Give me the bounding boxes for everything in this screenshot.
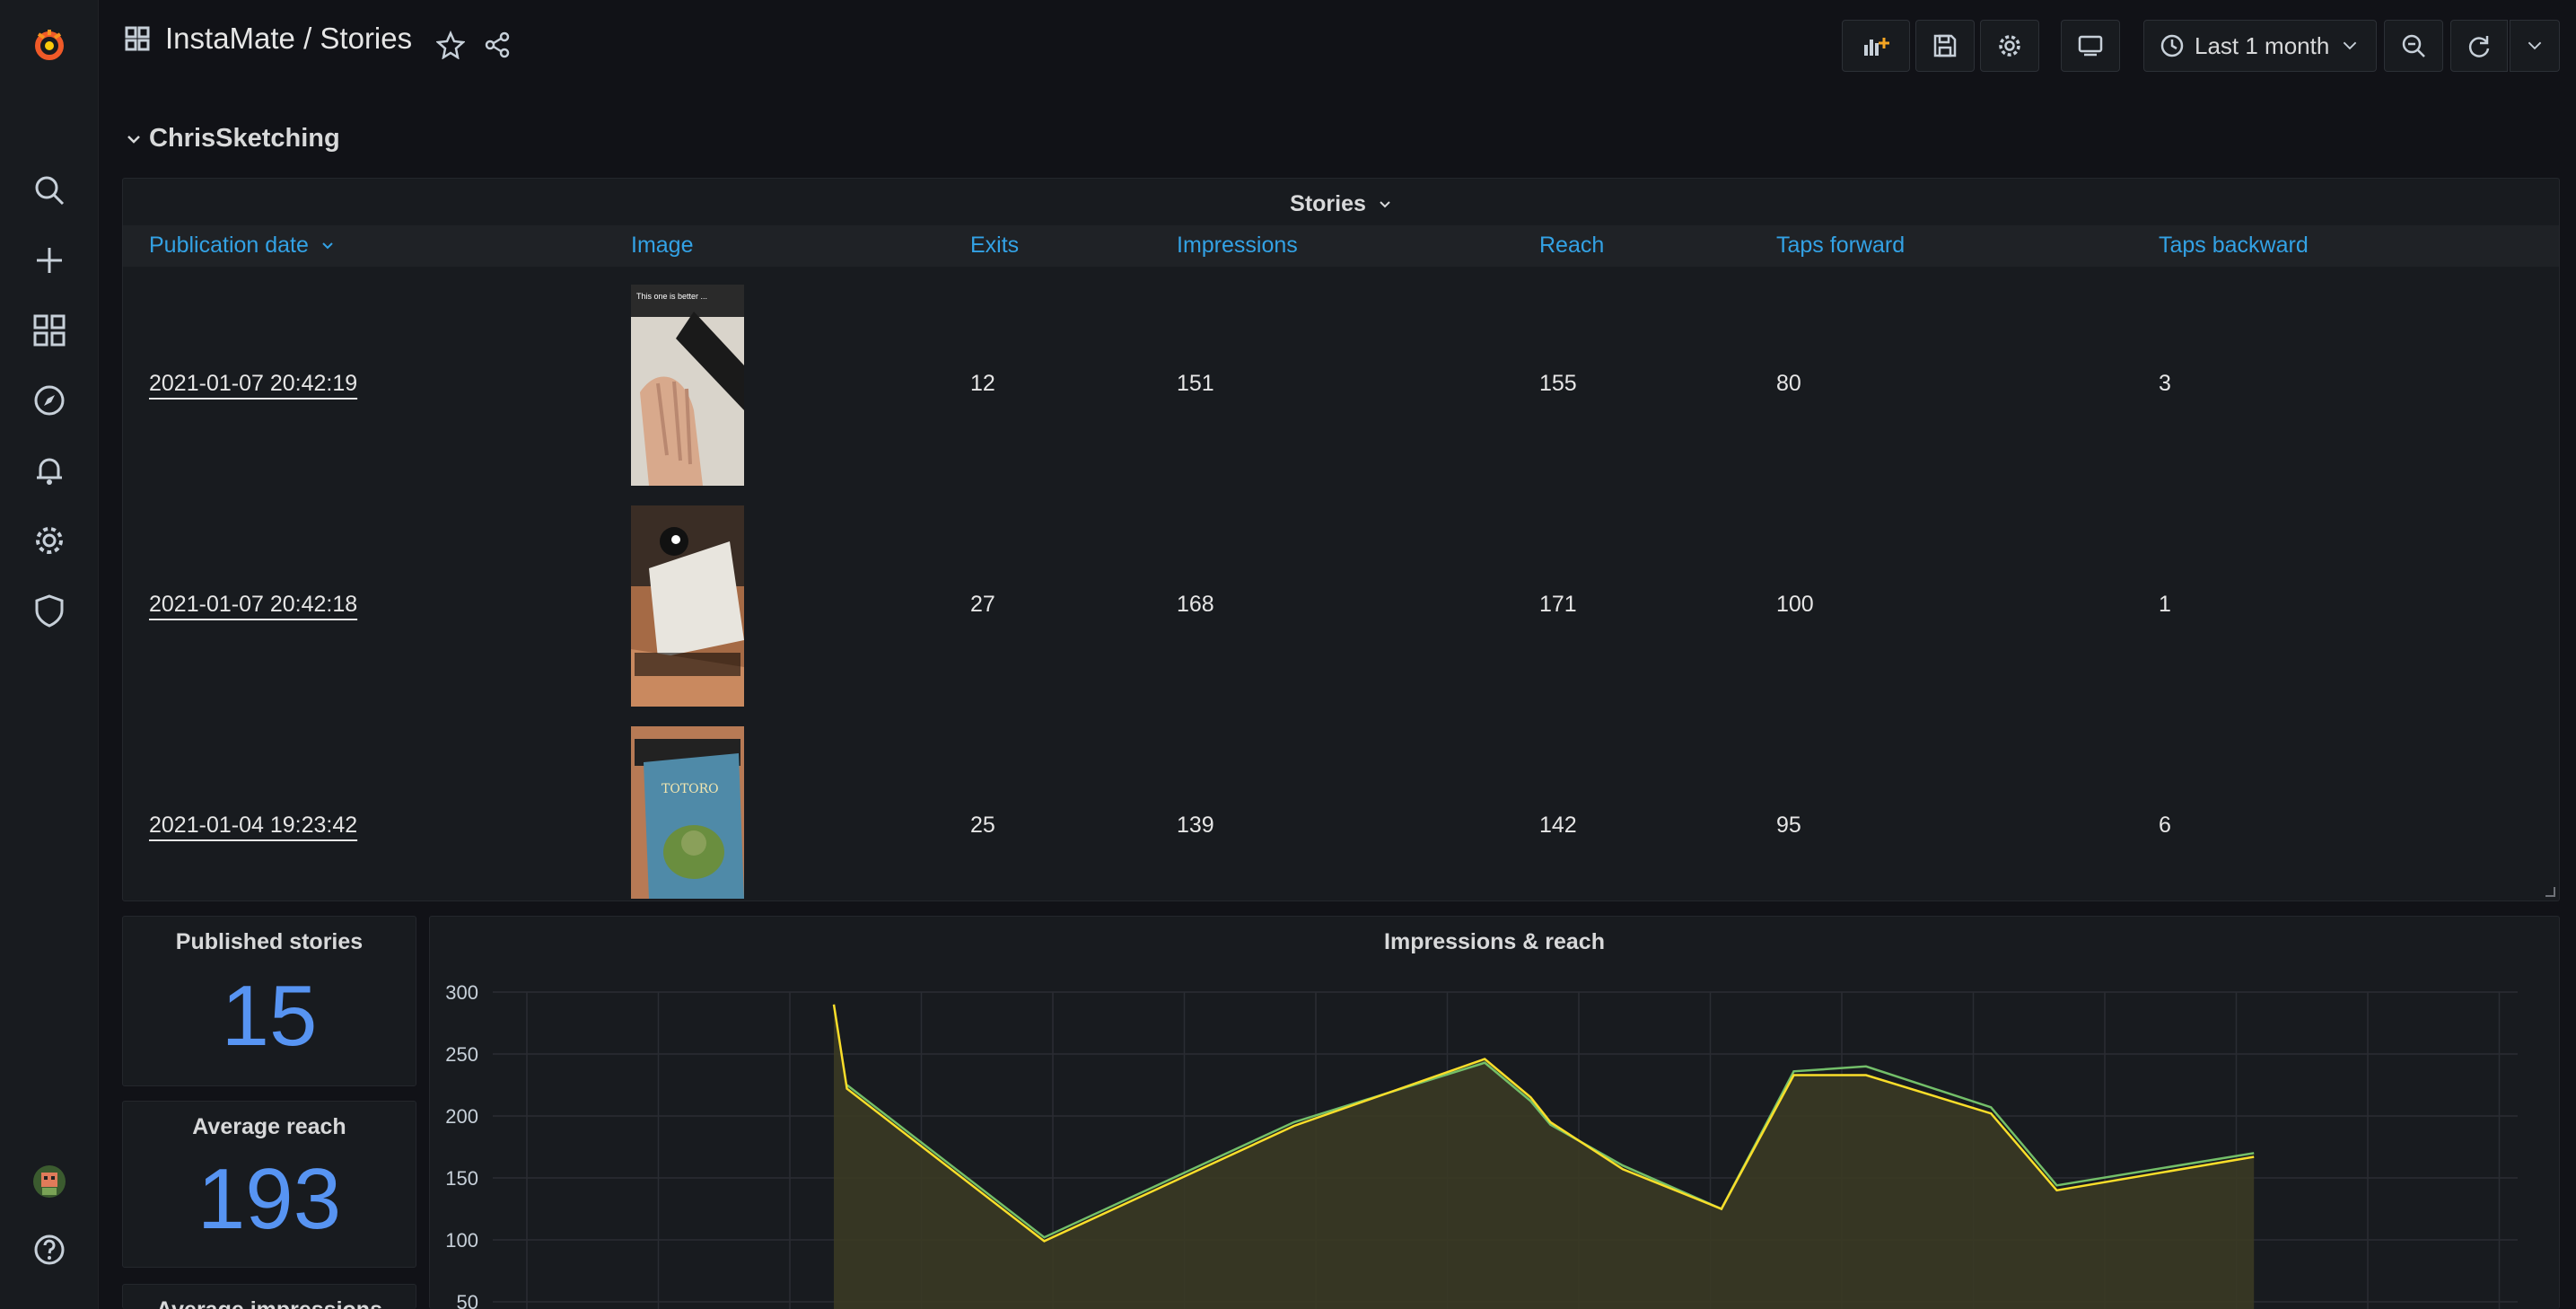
chevron-down-icon [1380, 201, 1390, 208]
taps-backward-cell: 6 [2159, 813, 2171, 838]
panel-title[interactable]: Stories [123, 191, 2559, 217]
dashboards-icon[interactable] [0, 302, 99, 359]
publication-date-link[interactable]: 2021-01-04 19:23:42 [149, 813, 357, 839]
story-image[interactable]: TOTORO [631, 726, 744, 899]
impressions-reach-chart-panel: Impressions & reach 300 250 200 150 100 50 [429, 916, 2560, 1309]
y-tick-label: 150 [445, 1167, 478, 1190]
user-avatar[interactable] [0, 1153, 99, 1210]
exits-cell: 25 [970, 813, 995, 838]
plus-icon[interactable] [0, 232, 99, 289]
dashboard-row-header[interactable]: ChrisSketching [126, 124, 340, 154]
y-tick-label: 100 [445, 1229, 478, 1252]
clock-icon [2160, 34, 2184, 57]
average-reach-stat-panel: Average reach 193 [122, 1101, 416, 1268]
dashboard-grid-icon [125, 26, 150, 51]
stories-panel-title: Stories [1290, 191, 1366, 216]
column-header-reach[interactable]: Reach [1539, 233, 1604, 259]
y-tick-label: 200 [445, 1105, 478, 1128]
impressions-reach-chart: 300 250 200 150 100 50 [445, 981, 2518, 1309]
area-fill [834, 1004, 2255, 1309]
help-icon[interactable] [0, 1221, 99, 1278]
y-tick-label: 50 [457, 1291, 478, 1309]
y-tick-label: 250 [445, 1043, 478, 1066]
y-tick-label: 300 [445, 981, 478, 1004]
chevron-down-icon [127, 135, 140, 144]
taps-forward-cell: 80 [1776, 371, 1801, 396]
configuration-gear-icon[interactable] [0, 512, 99, 569]
cycle-view-mode-button[interactable] [2061, 20, 2120, 72]
publication-date-link[interactable]: 2021-01-07 20:42:19 [149, 371, 357, 397]
zoom-out-button[interactable] [2384, 20, 2443, 72]
column-header-taps-forward[interactable]: Taps forward [1776, 233, 1905, 259]
server-admin-shield-icon[interactable] [0, 582, 99, 639]
time-range-picker[interactable]: Last 1 month [2143, 20, 2377, 72]
search-icon[interactable] [0, 162, 99, 219]
grafana-logo-icon[interactable] [0, 16, 99, 74]
add-panel-button[interactable] [1842, 20, 1910, 72]
explore-compass-icon[interactable] [0, 372, 99, 429]
exits-cell: 12 [970, 371, 995, 396]
taps-backward-cell: 1 [2159, 592, 2171, 617]
average-impressions-stat-panel: Average impressions [122, 1284, 416, 1309]
chevron-down-icon [2344, 41, 2357, 50]
publication-date-link[interactable]: 2021-01-07 20:42:18 [149, 592, 357, 618]
story-image[interactable] [631, 505, 744, 707]
published-stories-stat-panel: Published stories 15 [122, 916, 416, 1086]
impressions-cell: 151 [1177, 371, 1214, 396]
column-header-image[interactable]: Image [631, 233, 693, 259]
stat-title[interactable]: Published stories [123, 929, 416, 955]
sidebar [0, 0, 99, 1309]
sort-desc-icon [322, 242, 333, 250]
alerting-bell-icon[interactable] [0, 442, 99, 499]
column-header-impressions[interactable]: Impressions [1177, 233, 1298, 259]
taps-backward-cell: 3 [2159, 371, 2171, 396]
stat-title[interactable]: Average impressions [123, 1297, 416, 1309]
impressions-cell: 139 [1177, 813, 1214, 838]
share-icon[interactable] [479, 27, 515, 63]
stat-value: 15 [221, 968, 318, 1064]
stories-table-panel: Stories Publication date Image Exits Imp… [122, 178, 2560, 901]
dashboard-settings-button[interactable] [1980, 20, 2039, 72]
table-header: Publication date Image Exits Impressions… [123, 225, 2559, 267]
chevron-down-icon [2528, 41, 2542, 50]
column-header-taps-backward[interactable]: Taps backward [2159, 233, 2309, 259]
breadcrumb: InstaMate / Stories [124, 22, 412, 56]
exits-cell: 27 [970, 592, 995, 617]
refresh-button[interactable] [2450, 20, 2508, 72]
page-title[interactable]: InstaMate / Stories [165, 22, 412, 56]
reach-cell: 142 [1539, 813, 1577, 838]
top-nav: InstaMate / Stories Last 1 month [99, 0, 2576, 90]
story-image-caption: This one is better ... [636, 292, 708, 301]
stat-value: 193 [197, 1151, 342, 1247]
story-image-caption: TOTORO [662, 782, 719, 796]
story-image[interactable]: This one is better ... [631, 285, 744, 486]
column-header-publication-date[interactable]: Publication date [149, 233, 335, 259]
row-title: ChrisSketching [149, 124, 340, 153]
refresh-interval-dropdown[interactable] [2510, 20, 2560, 72]
stat-title[interactable]: Average reach [123, 1114, 416, 1140]
impressions-cell: 168 [1177, 592, 1214, 617]
save-dashboard-button[interactable] [1915, 20, 1975, 72]
taps-forward-cell: 100 [1776, 592, 1814, 617]
column-header-exits[interactable]: Exits [970, 233, 1019, 259]
reach-cell: 155 [1539, 371, 1577, 396]
star-icon[interactable] [433, 27, 469, 63]
resize-handle-icon[interactable] [2545, 886, 2555, 897]
time-range-label: Last 1 month [2195, 31, 2330, 59]
taps-forward-cell: 95 [1776, 813, 1801, 838]
reach-cell: 171 [1539, 592, 1577, 617]
